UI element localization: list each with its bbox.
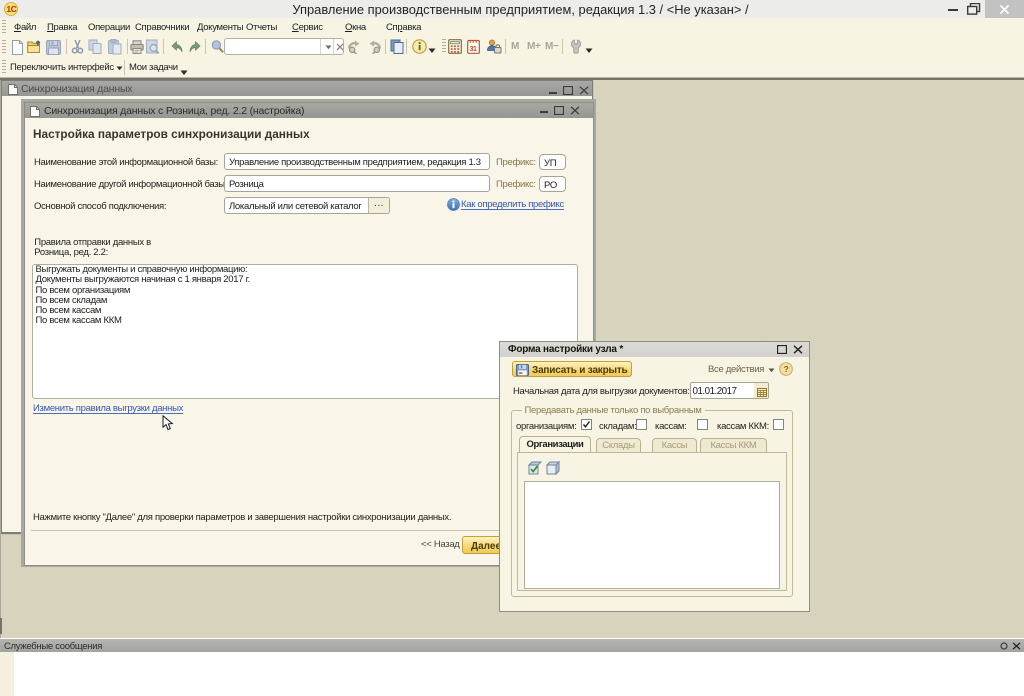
svg-text:?: ? bbox=[784, 364, 789, 374]
svg-text:31: 31 bbox=[470, 46, 477, 53]
svg-text:1С: 1С bbox=[6, 4, 16, 14]
